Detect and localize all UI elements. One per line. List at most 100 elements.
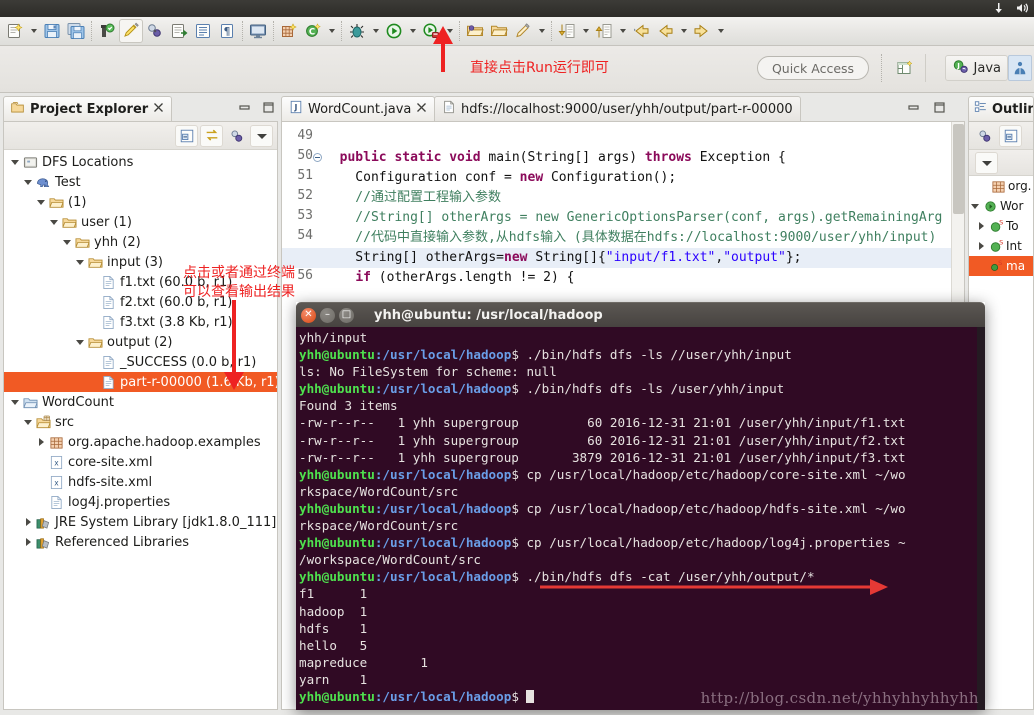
minimize-icon[interactable]: [905, 99, 921, 115]
run-dropdown[interactable]: [406, 19, 419, 43]
chevron-right-icon[interactable]: [976, 241, 987, 252]
close-icon[interactable]: ✕: [301, 307, 316, 323]
chevron-down-icon[interactable]: [49, 217, 60, 228]
next-annotation-dropdown[interactable]: [579, 19, 592, 43]
tree-item[interactable]: WordCount: [4, 392, 277, 412]
fold-collapse-icon[interactable]: [313, 153, 322, 162]
chevron-down-icon[interactable]: [970, 201, 981, 212]
console-icon[interactable]: [246, 19, 270, 43]
close-icon[interactable]: [153, 102, 164, 117]
chevron-right-icon[interactable]: [23, 517, 34, 528]
tab-wordcount-java[interactable]: J WordCount.java: [281, 96, 436, 121]
minimize-icon[interactable]: [236, 99, 252, 115]
link-icon[interactable]: [143, 19, 167, 43]
tree-item[interactable]: log4j.properties: [4, 492, 277, 512]
project-explorer-tree[interactable]: DFS Locations Test (1) user (1) yhh (2) input…: [4, 150, 277, 709]
new-java-project-icon[interactable]: [277, 19, 301, 43]
chevron-right-icon[interactable]: [36, 437, 47, 448]
source-code[interactable]: public static void main(String[] args) t…: [282, 128, 964, 288]
code-line[interactable]: if (otherArgs.length != 2) {: [324, 268, 950, 288]
back-icon[interactable]: [629, 19, 653, 43]
chevron-down-icon[interactable]: [75, 257, 86, 268]
minimize-icon[interactable]: –: [320, 307, 335, 323]
resource-perspective-icon[interactable]: [1008, 55, 1032, 81]
code-line[interactable]: //通过配置工程输入参数: [324, 188, 950, 208]
code-line[interactable]: public static void main(String[] args) t…: [324, 148, 950, 168]
open-resource-icon[interactable]: [487, 19, 511, 43]
next-annotation-icon[interactable]: [555, 19, 579, 43]
outline-tree[interactable]: org. Wor S To S Int Sma: [969, 176, 1033, 276]
publish-icon[interactable]: [95, 19, 119, 43]
link-with-editor-icon[interactable]: [200, 124, 223, 147]
chevron-down-icon[interactable]: [36, 197, 47, 208]
outline-item-selected[interactable]: Sma: [969, 256, 1033, 276]
maximize-icon[interactable]: [260, 99, 276, 115]
collapse-all-icon[interactable]: [999, 124, 1022, 147]
focus-on-active-task-icon[interactable]: [225, 125, 248, 147]
tree-item[interactable]: Test: [4, 172, 277, 192]
tree-item[interactable]: (1): [4, 192, 277, 212]
tab-outline[interactable]: Outline: [968, 96, 1034, 121]
new-wizard-dropdown[interactable]: [27, 19, 40, 43]
outline-icon[interactable]: [191, 19, 215, 43]
forward-dropdown[interactable]: [714, 19, 727, 43]
tree-item[interactable]: x core-site.xml: [4, 452, 277, 472]
terminal-title-bar[interactable]: ✕ – □ yhh@ubuntu: /usr/local/hadoop: [296, 302, 985, 327]
code-line[interactable]: Configuration conf = new Configuration()…: [324, 168, 950, 188]
search-pencil-icon[interactable]: [511, 19, 535, 43]
chevron-right-icon[interactable]: [23, 537, 34, 548]
maximize-icon[interactable]: [931, 99, 947, 115]
previous-annotation-dropdown[interactable]: [616, 19, 629, 43]
tree-item[interactable]: yhh (2): [4, 232, 277, 252]
editor-scrollbar-thumb[interactable]: [953, 124, 964, 214]
view-menu-icon[interactable]: [250, 124, 273, 147]
debug-dropdown[interactable]: [369, 19, 382, 43]
tree-item[interactable]: user (1): [4, 212, 277, 232]
new-class-dropdown[interactable]: [325, 19, 338, 43]
tree-item[interactable]: JRE System Library [jdk1.8.0_111]: [4, 512, 277, 532]
open-perspective-icon[interactable]: [892, 56, 918, 80]
forward-icon[interactable]: [690, 19, 714, 43]
tree-item[interactable]: DFS Locations: [4, 152, 277, 172]
chevron-right-icon[interactable]: [976, 221, 987, 232]
chevron-down-icon[interactable]: [10, 397, 21, 408]
terminal-scrollbar[interactable]: [977, 327, 985, 710]
chevron-down-icon[interactable]: [23, 177, 34, 188]
save-all-icon[interactable]: [64, 19, 88, 43]
close-icon[interactable]: [416, 102, 427, 117]
new-wizard-icon[interactable]: [3, 19, 27, 43]
code-line[interactable]: //String[] otherArgs = new GenericOption…: [324, 208, 950, 228]
debug-icon[interactable]: [345, 19, 369, 43]
tree-item[interactable]: Referenced Libraries: [4, 532, 277, 552]
outline-item[interactable]: S Int: [969, 236, 1033, 256]
network-icon[interactable]: [994, 2, 1007, 16]
outline-item[interactable]: S To: [969, 216, 1033, 236]
outline-item[interactable]: Wor: [969, 196, 1033, 216]
tree-item[interactable]: src: [4, 412, 277, 432]
terminal-output[interactable]: yhh/input yhh@ubuntu:/usr/local/hadoop$ .…: [296, 327, 985, 710]
maximize-icon[interactable]: □: [339, 307, 354, 323]
volume-icon[interactable]: [1016, 2, 1030, 16]
code-line[interactable]: [324, 128, 950, 148]
code-line[interactable]: String[] otherArgs=new String[]{"input/f…: [282, 248, 964, 268]
run-icon[interactable]: [382, 19, 406, 43]
outline-item[interactable]: org.: [969, 176, 1033, 196]
view-menu-icon[interactable]: [975, 151, 998, 174]
back-history-dropdown[interactable]: [677, 19, 690, 43]
tab-hdfs-output[interactable]: hdfs://localhost:9000/user/yhh/output/pa…: [434, 96, 801, 121]
new-class-icon[interactable]: C: [301, 19, 325, 43]
chevron-down-icon[interactable]: [75, 337, 86, 348]
previous-annotation-icon[interactable]: [592, 19, 616, 43]
quick-fix-icon[interactable]: [119, 19, 143, 43]
quick-access-input[interactable]: Quick Access: [757, 56, 869, 80]
perspective-java-button[interactable]: J Java: [944, 55, 1008, 81]
export-icon[interactable]: [167, 19, 191, 43]
chevron-down-icon[interactable]: [62, 237, 73, 248]
paragraph-icon[interactable]: ¶: [215, 19, 239, 43]
chevron-down-icon[interactable]: [23, 417, 34, 428]
tree-item[interactable]: org.apache.hadoop.examples: [4, 432, 277, 452]
collapse-all-icon[interactable]: [175, 124, 198, 147]
chevron-down-icon[interactable]: [10, 157, 21, 168]
tree-item[interactable]: x hdfs-site.xml: [4, 472, 277, 492]
search-pencil-dropdown[interactable]: [535, 19, 548, 43]
